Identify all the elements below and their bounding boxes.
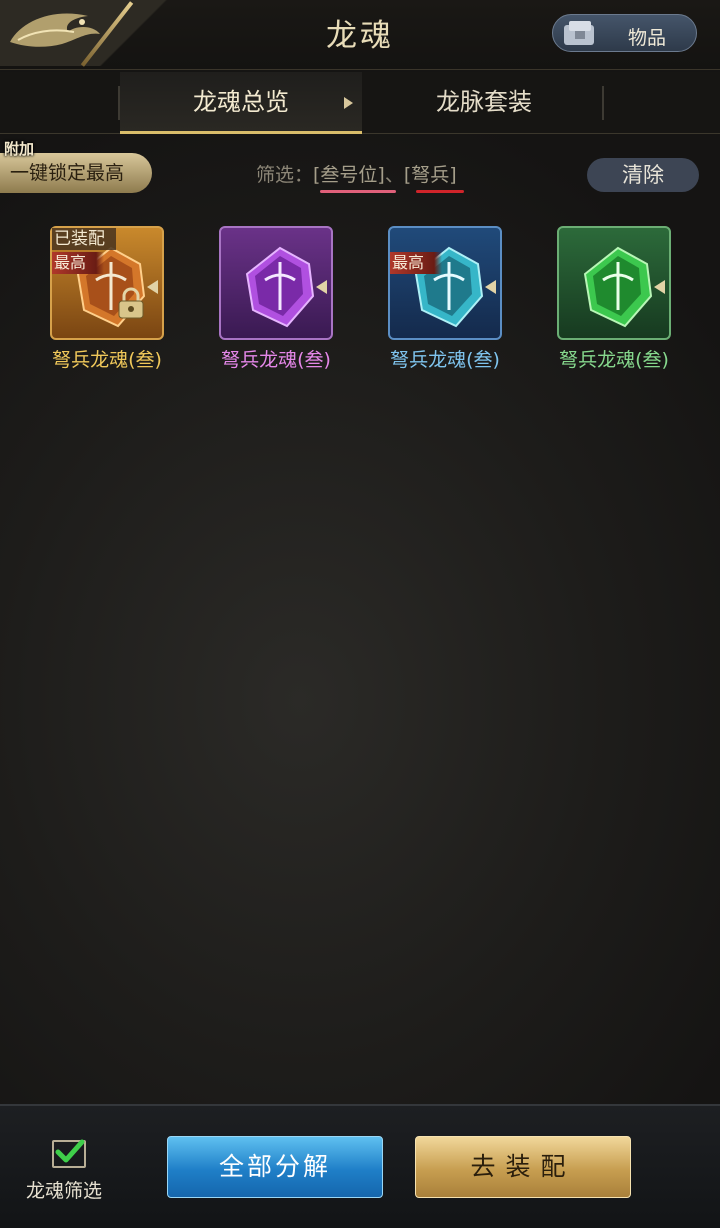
addon-tag: 附加 [4, 140, 35, 158]
soul-card-blue[interactable]: 最高 [388, 226, 502, 340]
clear-filter-button[interactable]: 清除 [587, 158, 699, 192]
soul-card-name: 弩兵龙魂(叁) [221, 349, 331, 371]
go-equip-button[interactable]: 去装配 [415, 1136, 631, 1198]
check-icon [55, 1139, 85, 1163]
filter-chip-slot[interactable]: [叁号位] [313, 164, 385, 186]
expand-arrow-icon [485, 280, 496, 294]
inventory-button[interactable]: 物品 [552, 14, 697, 52]
soul-card-name: 弩兵龙魂(叁) [390, 349, 500, 371]
soul-card-name: 弩兵龙魂(叁) [52, 349, 162, 371]
filter-summary: 筛选：[叁号位]、[弩兵] [256, 160, 457, 187]
crossbow-soul-gem-icon [583, 246, 653, 328]
tab-soul-overview[interactable]: 龙魂总览 [120, 72, 362, 134]
filter-underline [320, 190, 396, 193]
tab-vein-set[interactable]: 龙脉套装 [364, 72, 604, 134]
filter-underline [416, 190, 464, 193]
soul-filter-label: 龙魂筛选 [26, 1180, 103, 1202]
soul-card-green[interactable] [557, 226, 671, 340]
decompose-all-button[interactable]: 全部分解 [167, 1136, 383, 1198]
tab-label: 龙魂总览 [193, 88, 289, 116]
crossbow-soul-gem-icon [245, 246, 315, 328]
expand-arrow-icon [654, 280, 665, 294]
expand-arrow-icon [316, 280, 327, 294]
tab-arrow-icon [344, 97, 354, 109]
expand-arrow-icon [147, 280, 158, 294]
best-badge: 最高 [52, 252, 104, 274]
soul-card-orange[interactable]: 已装配 最高 [50, 226, 164, 340]
soul-filter-checkbox[interactable] [52, 1139, 86, 1168]
tab-label: 龙脉套装 [436, 88, 532, 116]
header-bar: 龙魂 物品 [0, 0, 720, 70]
equipped-badge: 已装配 [52, 228, 116, 250]
filter-prefix: 筛选： [256, 164, 314, 186]
lock-icon [118, 287, 144, 319]
soul-card-name: 弩兵龙魂(叁) [559, 349, 669, 371]
inventory-label: 物品 [628, 27, 667, 49]
filter-separator: 、 [384, 164, 404, 186]
tab-bar: 龙魂总览 龙脉套装 [0, 72, 720, 134]
chest-icon [564, 21, 594, 45]
lock-best-button[interactable]: 一键锁定最高 [0, 153, 152, 193]
best-badge: 最高 [390, 252, 442, 274]
tab-divider [602, 86, 604, 120]
filter-chip-type[interactable]: [弩兵] [404, 164, 457, 186]
lock-best-label: 一键锁定最高 [10, 162, 125, 184]
soul-card-purple[interactable] [219, 226, 333, 340]
